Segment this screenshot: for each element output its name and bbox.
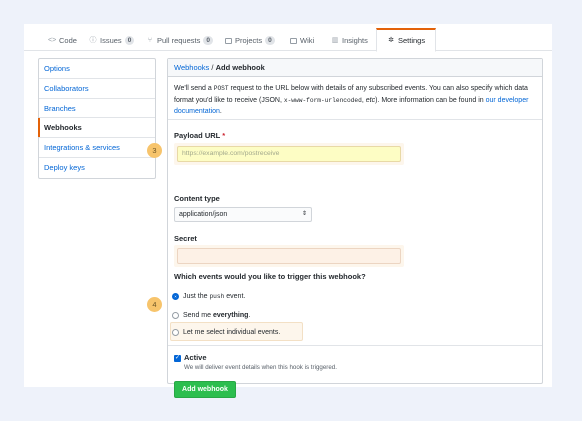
intro-code-post: POST	[213, 85, 229, 92]
gear-icon: ✲	[388, 36, 394, 44]
tab-label: Settings	[398, 36, 426, 45]
radio-everything-button[interactable]	[172, 311, 179, 319]
tab-count: 0	[124, 36, 135, 45]
sidebar-item-branches[interactable]: Branches	[39, 99, 155, 119]
events-question: Which events would you like to trigger t…	[174, 272, 366, 281]
intro-etc: etc	[365, 96, 376, 104]
active-note: We will deliver event details when this …	[184, 364, 337, 371]
radio-individual-events[interactable]: Let me select individual events.	[172, 326, 280, 338]
intro-text: We'll send a POST request to the URL bel…	[174, 83, 536, 118]
annotation-badge-4: 4	[147, 297, 162, 312]
secret-input[interactable]	[177, 248, 401, 264]
tab-pull-requests[interactable]: ⑂ Pull requests 0	[144, 30, 215, 51]
radio-push-label: Just the push event.	[183, 293, 245, 300]
sidebar-item-deploy-keys[interactable]: Deploy keys	[39, 158, 155, 178]
radio-label-part: .	[248, 311, 251, 319]
add-webhook-button[interactable]: Add webhook	[174, 381, 236, 398]
breadcrumb-webhooks-link[interactable]: Webhooks	[174, 63, 209, 72]
intro-text-part: .	[219, 108, 222, 115]
radio-everything-label: Send me everything.	[183, 312, 250, 319]
intro-text-part: ). More information can be found in	[375, 96, 486, 104]
sidebar-item-webhooks[interactable]: Webhooks	[38, 118, 155, 139]
project-icon	[225, 37, 232, 44]
pull-request-icon: ⑂	[147, 36, 153, 44]
intro-code-urlencoded: x-www-form-urlencoded	[283, 96, 362, 104]
divider	[168, 119, 542, 120]
annotation-badge-3: 3	[147, 143, 162, 158]
payload-url-input[interactable]: https://example.com/postreceive	[177, 146, 401, 162]
radio-label-part: Send me	[183, 311, 213, 319]
tab-insights[interactable]: ▥ Insights	[329, 30, 370, 51]
tab-code[interactable]: <> Code	[46, 30, 79, 51]
settings-card: <> Code ⓘ Issues 0 ⑂ Pull requests 0 Pro…	[24, 24, 552, 398]
radio-label-part: event.	[224, 292, 246, 300]
repo-tab-bar: <> Code ⓘ Issues 0 ⑂ Pull requests 0 Pro…	[24, 24, 552, 52]
wiki-icon	[290, 37, 297, 44]
tab-count: 0	[265, 36, 275, 45]
radio-everything-bold: everything	[212, 311, 249, 319]
secret-label: Secret	[174, 234, 197, 243]
sidebar-item-integrations[interactable]: Integrations & services	[39, 138, 155, 158]
breadcrumb: Webhooks / Add webhook	[168, 59, 542, 77]
intro-text-part: We'll send a	[174, 85, 214, 92]
tab-projects[interactable]: Projects 0	[223, 30, 277, 51]
payload-url-highlight: https://example.com/postreceive	[174, 143, 404, 165]
tab-settings[interactable]: ✲ Settings	[376, 28, 437, 52]
radio-label-part: Just the	[183, 292, 210, 300]
sidebar-item-options[interactable]: Options	[39, 59, 155, 79]
settings-sidebar: Options Collaborators Branches Webhooks …	[38, 58, 156, 179]
page-title: Add webhook	[215, 63, 265, 72]
active-label: Active	[184, 353, 207, 362]
tab-issues[interactable]: ⓘ Issues 0	[87, 30, 136, 51]
tab-label: Projects	[235, 36, 263, 45]
content-type-value: application/json	[179, 211, 228, 218]
radio-push-code: push	[209, 292, 225, 300]
tab-label: Insights	[342, 36, 368, 45]
tab-label: Issues	[100, 36, 122, 45]
secret-highlight	[174, 245, 404, 267]
payload-url-label: Payload URL *	[174, 131, 225, 140]
sidebar-item-collaborators[interactable]: Collaborators	[39, 79, 155, 99]
tab-label: Wiki	[300, 36, 315, 45]
active-checkbox[interactable]: ✓	[174, 355, 181, 362]
graph-icon: ▥	[331, 36, 339, 44]
radio-individual-button[interactable]	[172, 328, 179, 336]
required-mark: *	[222, 131, 226, 140]
tab-label: Pull requests	[157, 36, 201, 45]
radio-push-button[interactable]	[172, 292, 179, 300]
divider	[168, 345, 542, 346]
code-icon: <>	[48, 36, 57, 44]
radio-individual-label: Let me select individual events.	[183, 328, 281, 336]
select-arrows-icon: ⇕	[301, 211, 307, 217]
tab-wiki[interactable]: Wiki	[288, 30, 316, 51]
content-type-label: Content type	[174, 194, 220, 203]
radio-everything[interactable]: Send me everything.	[172, 309, 250, 321]
content-type-select[interactable]: application/json ⇕	[174, 207, 312, 222]
add-webhook-panel: Webhooks / Add webhook We'll send a POST…	[167, 58, 543, 398]
tab-count: 0	[203, 36, 213, 45]
issue-icon: ⓘ	[89, 36, 97, 44]
tab-label: Code	[59, 36, 77, 45]
payload-url-label-text: Payload URL	[174, 131, 221, 140]
radio-push-event[interactable]: Just the push event.	[172, 290, 245, 302]
